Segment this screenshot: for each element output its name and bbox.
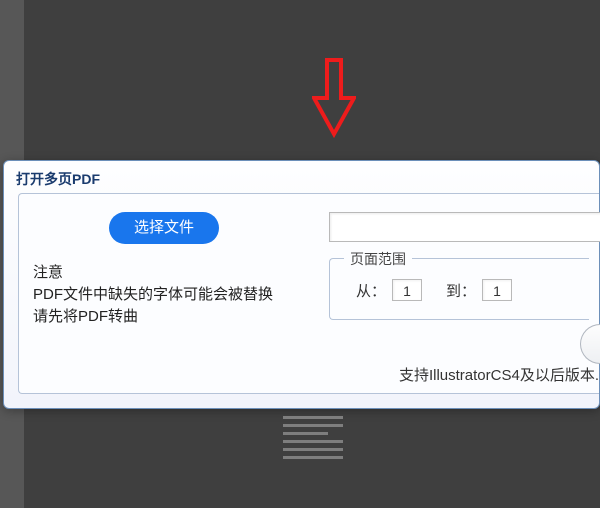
to-label: 到： xyxy=(446,280,476,301)
note-heading: 注意 xyxy=(33,262,303,284)
dialog-body: 选择文件 注意 PDF文件中缺失的字体可能会被替换 请先将PDF转曲 页面范围 … xyxy=(18,193,599,394)
page-range-group: 页面范围 从： 1 到： 1 xyxy=(329,258,589,320)
annotation-arrow-down-icon xyxy=(312,58,356,138)
select-file-button[interactable]: 选择文件 xyxy=(109,212,219,244)
background-document-icon xyxy=(283,416,343,471)
file-path-input[interactable] xyxy=(329,212,600,242)
dialog-footer-text: 支持IllustratorCS4及以后版本. xyxy=(399,364,599,385)
from-label: 从： xyxy=(356,280,386,301)
page-from-input[interactable]: 1 xyxy=(392,279,422,301)
note-line-1: PDF文件中缺失的字体可能会被替换 xyxy=(33,284,303,306)
round-button-partial[interactable] xyxy=(580,324,600,364)
open-multipage-pdf-dialog: 打开多页PDF 选择文件 注意 PDF文件中缺失的字体可能会被替换 请先将PDF… xyxy=(3,160,600,409)
dialog-title: 打开多页PDF xyxy=(4,161,599,195)
page-range-row: 从： 1 到： 1 xyxy=(356,279,512,301)
note-line-2: 请先将PDF转曲 xyxy=(33,306,303,328)
page-range-legend: 页面范围 xyxy=(344,249,412,269)
note-block: 注意 PDF文件中缺失的字体可能会被替换 请先将PDF转曲 xyxy=(33,262,303,328)
page-to-input[interactable]: 1 xyxy=(482,279,512,301)
